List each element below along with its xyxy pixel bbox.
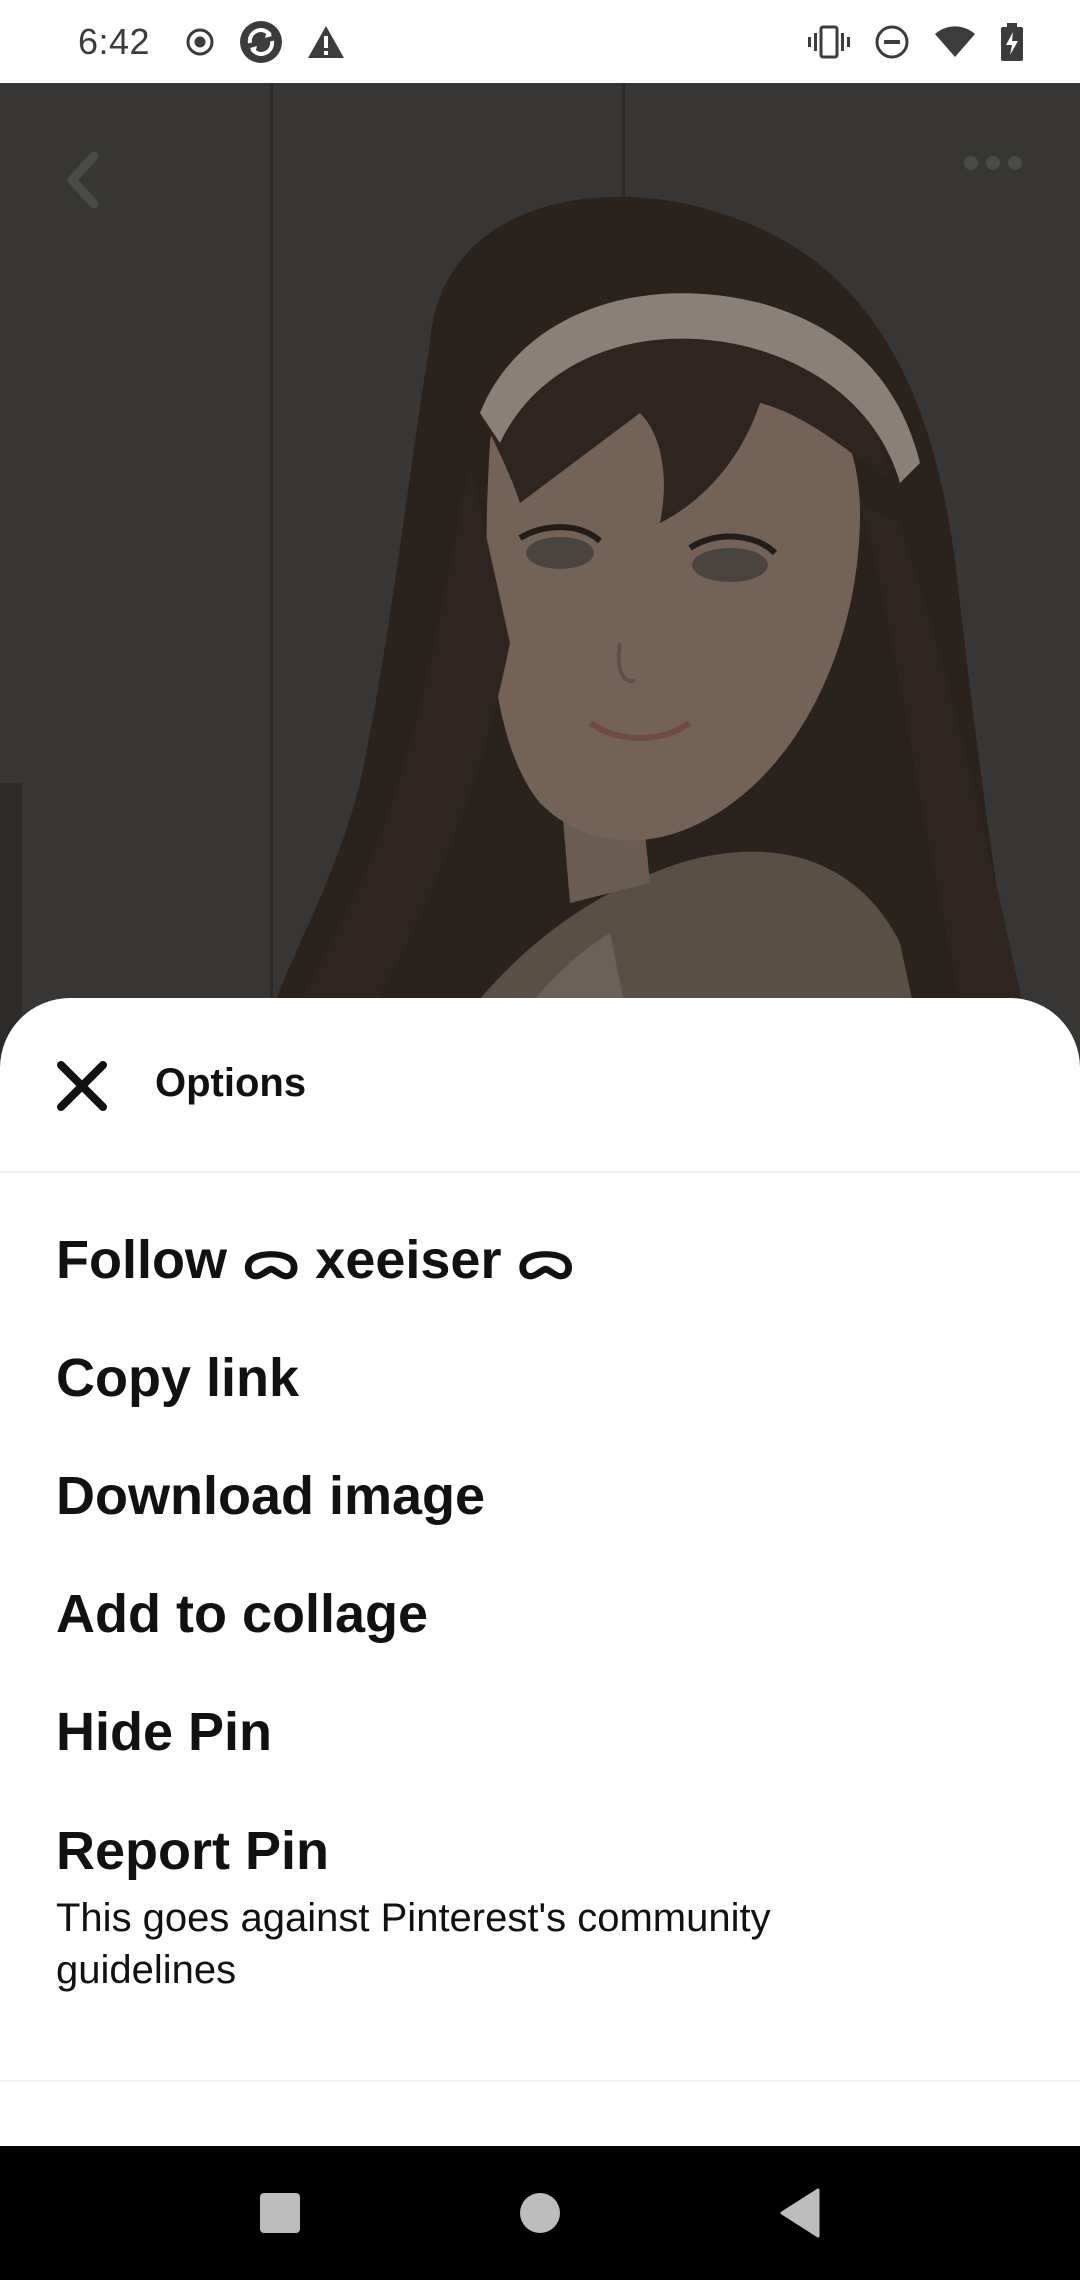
warning-icon: [306, 24, 346, 60]
option-add-to-collage-label: Add to collage: [56, 1584, 429, 1644]
options-sheet: Options Follow ᯅ xeeiser ᯅ Copy link Dow…: [0, 998, 1080, 2146]
sync-app-icon: [238, 19, 284, 65]
option-hide-pin-label: Hide Pin: [56, 1702, 273, 1762]
close-icon[interactable]: [50, 1054, 114, 1118]
wifi-icon: [934, 25, 976, 58]
recents-icon[interactable]: [240, 2173, 320, 2253]
option-copy-link-label: Copy link: [56, 1348, 300, 1408]
back-icon[interactable]: [760, 2173, 840, 2253]
option-report-pin-sublabel: This goes against Pinterest's community …: [56, 1896, 771, 1992]
option-report-pin[interactable]: Report Pin This goes against Pinterest's…: [0, 1791, 1080, 1996]
option-follow-label: Follow ᯅ xeeiser ᯅ: [56, 1230, 575, 1290]
status-left-icons: [184, 19, 346, 65]
options-list: Follow ᯅ xeeiser ᯅ Copy link Download im…: [0, 1201, 1080, 1996]
do-not-disturb-icon: [874, 24, 910, 60]
sheet-header: Options: [0, 998, 1080, 1173]
option-follow[interactable]: Follow ᯅ xeeiser ᯅ: [0, 1201, 1080, 1319]
status-right-icons: [808, 22, 1024, 61]
home-icon[interactable]: [500, 2173, 580, 2253]
record-icon: [184, 26, 216, 58]
status-time: 6:42: [78, 20, 151, 62]
more-horizontal-icon[interactable]: [958, 143, 1028, 183]
option-hide-pin[interactable]: Hide Pin: [0, 1673, 1080, 1791]
option-download-image-label: Download image: [56, 1466, 486, 1526]
vibrate-icon: [808, 25, 850, 59]
battery-charging-icon: [1000, 22, 1024, 61]
sheet-divider: [0, 2080, 1080, 2082]
option-copy-link[interactable]: Copy link: [0, 1319, 1080, 1437]
pin-illustration: [0, 83, 1080, 1083]
chevron-left-icon[interactable]: [52, 145, 112, 215]
status-bar: 6:42: [0, 0, 1080, 83]
option-download-image[interactable]: Download image: [0, 1437, 1080, 1555]
option-report-pin-label: Report Pin: [56, 1821, 330, 1881]
option-add-to-collage[interactable]: Add to collage: [0, 1555, 1080, 1673]
pin-image: [0, 83, 1080, 1083]
navigation-bar: [0, 2146, 1080, 2280]
screen: 6:42 Options Follow ᯅ xeeiser ᯅ Copy lin…: [0, 0, 1080, 2280]
sheet-title: Options: [155, 1061, 307, 1105]
